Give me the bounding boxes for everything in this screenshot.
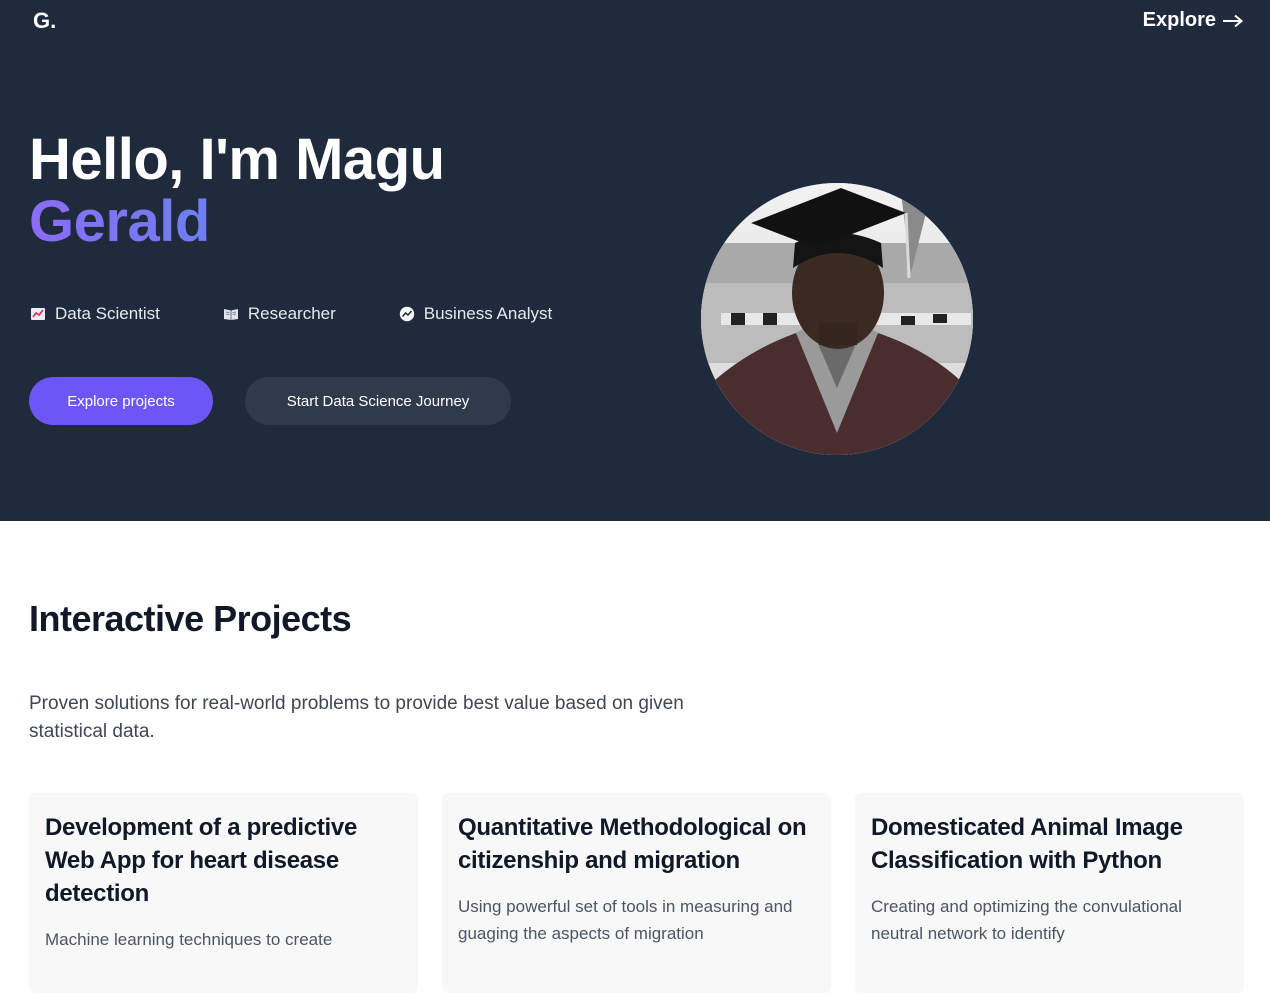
chart-increasing-icon: [31, 308, 45, 320]
role-label: Data Scientist: [55, 304, 160, 323]
profile-avatar: [701, 183, 973, 455]
projects-section-description: Proven solutions for real-world problems…: [29, 693, 684, 742]
start-journey-button[interactable]: Start Data Science Journey: [245, 377, 511, 425]
project-card-animal-classification[interactable]: Domesticated Animal Image Classification…: [855, 793, 1244, 993]
hero-section: G. Explore Hello, I'm Magu Gerald Data S…: [0, 0, 1270, 521]
role-label: Business Analyst: [423, 304, 553, 323]
project-card-description: Creating and optimizing the convulationa…: [871, 897, 1182, 943]
open-book-icon: [223, 309, 238, 320]
roles-list: Data Scientist Researcher Business Analy…: [30, 304, 552, 324]
project-card-citizenship-migration[interactable]: Quantitative Methodological on citizensh…: [442, 793, 831, 993]
project-card-description: Using powerful set of tools in measuring…: [458, 897, 793, 943]
nav-explore-label: Explore: [1142, 9, 1216, 31]
graduate-portrait-image: [701, 183, 973, 455]
project-card-description: Machine learning techniques to create: [45, 930, 333, 949]
hero-name: Gerald: [29, 189, 210, 254]
hero-greeting: Hello, I'm Magu: [29, 127, 445, 192]
role-data-scientist: Data Scientist: [30, 304, 160, 324]
project-card-title: Domesticated Animal Image Classification…: [871, 814, 1183, 874]
site-logo[interactable]: G.: [33, 8, 56, 34]
role-label: Researcher: [247, 304, 336, 323]
role-business-analyst: Business Analyst: [399, 304, 553, 324]
explore-projects-button[interactable]: Explore projects: [29, 377, 213, 425]
nav-explore-link[interactable]: Explore: [1143, 9, 1244, 32]
projects-section-title: Interactive Projects: [29, 598, 352, 639]
project-card-title: Development of a predictive Web App for …: [45, 814, 357, 907]
project-card-title: Quantitative Methodological on citizensh…: [458, 814, 807, 874]
role-researcher: Researcher: [223, 304, 336, 324]
arrow-right-icon: [1223, 14, 1244, 27]
analytics-icon: [399, 306, 414, 322]
project-card-heart-disease[interactable]: Development of a predictive Web App for …: [29, 793, 418, 993]
